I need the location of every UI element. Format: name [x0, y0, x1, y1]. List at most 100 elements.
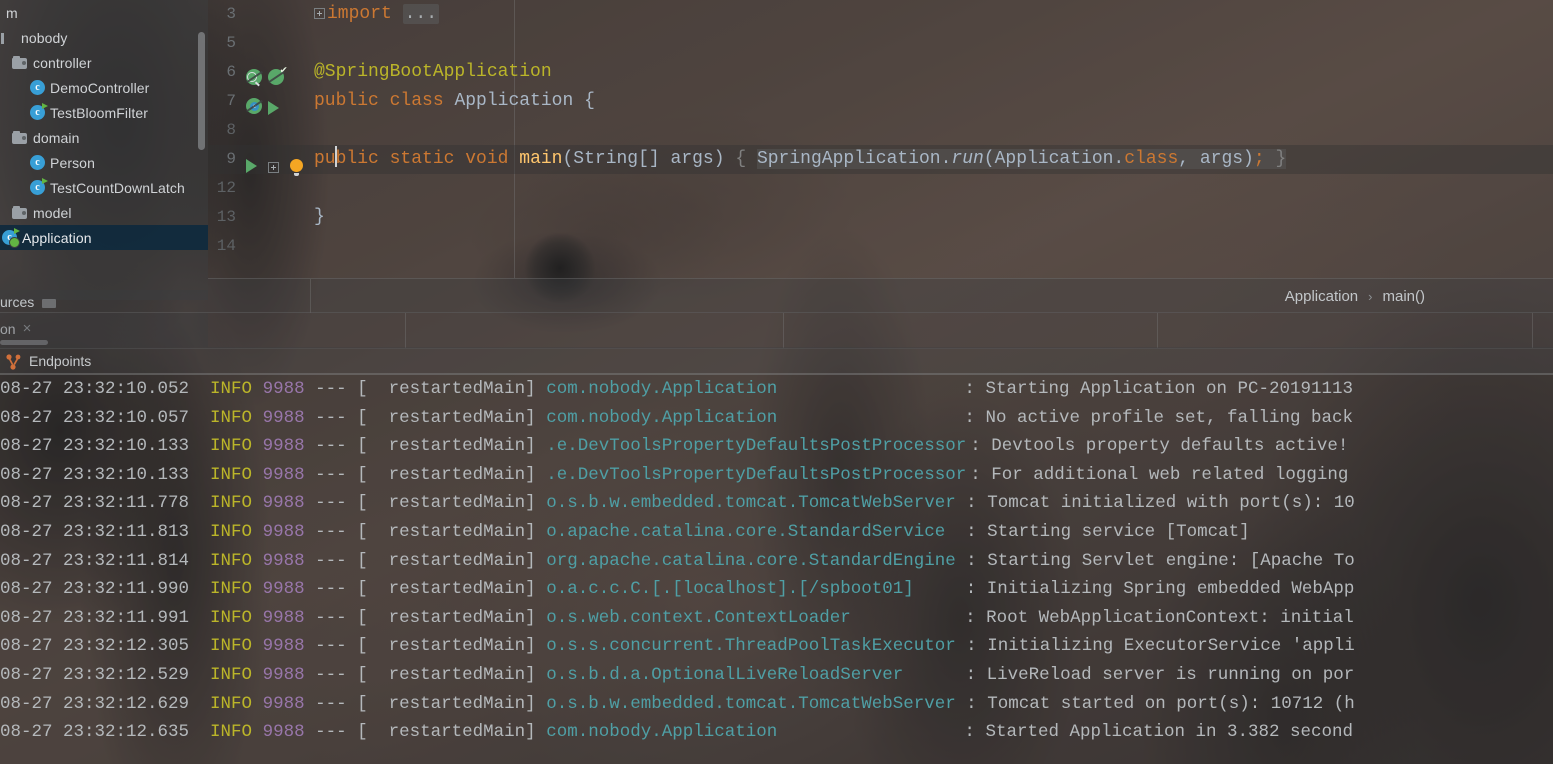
console-log-line[interactable]: 08-27 23:32:10.133 INFO 9988 --- [ resta… — [0, 461, 1553, 490]
code-line[interactable]: 5 — [208, 29, 1553, 58]
tree-item-person[interactable]: Person — [0, 150, 208, 175]
log-colon: : — [966, 550, 977, 571]
code-line[interactable]: 6 ✔ @SpringBootApplication — [208, 58, 1553, 87]
gutter-icons[interactable] — [246, 203, 306, 232]
log-message: No active profile set, falling back — [985, 407, 1354, 428]
tree-item-application[interactable]: Application — [0, 225, 208, 250]
breadcrumb[interactable]: Application › main() — [208, 278, 1553, 313]
console-log-line[interactable]: 08-27 23:32:10.052 INFO 9988 --- [ resta… — [0, 375, 1553, 404]
endpoints-tab[interactable]: Endpoints — [0, 347, 1553, 375]
log-separator: --- — [315, 493, 347, 514]
console-log-line[interactable]: 08-27 23:32:10.133 INFO 9988 --- [ resta… — [0, 432, 1553, 461]
console-log-line[interactable]: 08-27 23:32:10.057 INFO 9988 --- [ resta… — [0, 404, 1553, 433]
gutter-icons[interactable] — [246, 145, 306, 176]
project-tree-scrollbar[interactable] — [198, 32, 205, 150]
code-token: Application — [454, 91, 574, 111]
log-logger: .e.DevToolsPropertyDefaultsPostProcessor — [546, 436, 967, 457]
console-log-line[interactable]: 08-27 23:32:11.990 INFO 9988 --- [ resta… — [0, 575, 1553, 604]
log-pid: 9988 — [262, 436, 305, 457]
console-log-line[interactable]: 08-27 23:32:11.991 INFO 9988 --- [ resta… — [0, 604, 1553, 633]
log-gap — [252, 522, 263, 542]
log-gap — [976, 608, 987, 628]
folder-icon — [12, 205, 28, 221]
console-log-line[interactable]: 08-27 23:32:12.635 INFO 9988 --- [ resta… — [0, 718, 1553, 747]
code-line[interactable]: 14 — [208, 232, 1553, 261]
console-log-line[interactable]: 08-27 23:32:11.778 INFO 9988 --- [ resta… — [0, 489, 1553, 518]
log-pid: 9988 — [262, 407, 305, 428]
gutter-icons[interactable] — [246, 232, 306, 261]
import-fold-toggle[interactable] — [314, 7, 325, 19]
tree-item-label: controller — [33, 54, 92, 71]
log-timestamp: 08-27 23:32:11.814 — [0, 550, 190, 571]
endpoints-icon — [5, 353, 22, 370]
code-token: static — [389, 149, 466, 169]
log-level: INFO — [210, 607, 253, 628]
log-gap — [189, 665, 210, 685]
run-console[interactable]: 08-27 23:32:10.052 INFO 9988 --- [ resta… — [0, 375, 1553, 764]
project-tool-window[interactable]: mnobody controller DemoController TestBloom… — [0, 0, 208, 300]
gutter-icons[interactable]: e — [246, 87, 306, 116]
log-gap — [252, 665, 263, 685]
code-line[interactable]: 12 — [208, 174, 1553, 203]
log-message: Devtools property defaults active! — [991, 436, 1349, 457]
log-gap — [252, 465, 263, 485]
console-log-line[interactable]: 08-27 23:32:12.529 INFO 9988 --- [ resta… — [0, 661, 1553, 690]
code-line[interactable]: 9 public static void main(String[] args) … — [208, 145, 1553, 176]
code-token: blic — [335, 149, 390, 169]
log-gap — [305, 465, 316, 485]
log-logger: o.s.b.w.embedded.tomcat.TomcatWebServer — [546, 493, 956, 514]
gutter-icons[interactable] — [246, 29, 306, 58]
log-gap — [536, 465, 547, 485]
code-line[interactable]: 3 import ... — [208, 0, 1553, 29]
code-line[interactable]: 7 e public class Application { — [208, 87, 1553, 116]
log-pid: 9988 — [262, 607, 305, 628]
gutter-icons[interactable]: ✔ — [246, 58, 306, 87]
tree-item-m[interactable]: m — [0, 0, 208, 25]
log-logger: o.s.s.concurrent.ThreadPoolTaskExecutor — [546, 636, 956, 657]
log-gap — [305, 408, 316, 428]
tree-item-label: model — [33, 204, 72, 221]
tab-resources[interactable]: urces — [0, 294, 34, 310]
tree-item-model[interactable]: model — [0, 200, 208, 225]
console-log-line[interactable]: 08-27 23:32:11.814 INFO 9988 --- [ resta… — [0, 547, 1553, 576]
code-editor[interactable]: 3 import ... 5 6 ✔ @SpringBootApplication 7 e pu… — [208, 0, 1553, 278]
console-log-line[interactable]: 08-27 23:32:12.629 INFO 9988 --- [ resta… — [0, 690, 1553, 719]
log-thread: [ restartedMain] — [357, 550, 536, 571]
console-log-line[interactable]: 08-27 23:32:11.813 INFO 9988 --- [ resta… — [0, 518, 1553, 547]
log-gap — [536, 579, 547, 599]
tree-item-controller[interactable]: controller — [0, 50, 208, 75]
code-token: String — [573, 149, 639, 169]
tree-item-label: domain — [33, 129, 80, 146]
log-gap — [305, 665, 316, 685]
breadcrumb-method[interactable]: main() — [1376, 288, 1431, 305]
log-timestamp: 08-27 23:32:12.305 — [0, 636, 190, 657]
tree-item-democontroller[interactable]: DemoController — [0, 75, 208, 100]
log-gap — [536, 551, 547, 571]
gutter-icons[interactable] — [246, 174, 306, 203]
log-gap — [536, 522, 547, 542]
line-number: 7 — [226, 92, 236, 110]
run-flag-icon — [42, 103, 48, 109]
tree-item-testbloomfilter[interactable]: TestBloomFilter — [0, 100, 208, 125]
log-logger: o.s.web.context.ContextLoader — [546, 607, 851, 628]
gutter-icons[interactable] — [246, 0, 306, 29]
line-number: 8 — [226, 121, 236, 139]
log-gap — [189, 522, 210, 542]
tree-item-testcountdownlatch[interactable]: TestCountDownLatch — [0, 175, 208, 200]
console-log-line[interactable]: 08-27 23:32:12.305 INFO 9988 --- [ resta… — [0, 632, 1553, 661]
breadcrumb-class[interactable]: Application — [1279, 288, 1364, 305]
tree-item-domain[interactable]: domain — [0, 125, 208, 150]
code-line[interactable]: 13} — [208, 203, 1553, 232]
gutter-icons[interactable] — [246, 116, 306, 145]
log-timestamp: 08-27 23:32:12.629 — [0, 693, 190, 714]
code-line[interactable]: 8 — [208, 116, 1553, 145]
java-runnable-class-icon — [30, 178, 48, 195]
tree-item-nobody[interactable]: nobody — [0, 25, 208, 50]
tool-window-toolbar[interactable] — [0, 312, 1553, 349]
log-colon: : — [966, 521, 977, 542]
log-level: INFO — [210, 464, 253, 485]
log-separator: --- — [315, 636, 347, 657]
log-gap — [189, 493, 210, 513]
tree-item-label: TestCountDownLatch — [50, 179, 185, 196]
log-timestamp: 08-27 23:32:11.991 — [0, 607, 190, 628]
